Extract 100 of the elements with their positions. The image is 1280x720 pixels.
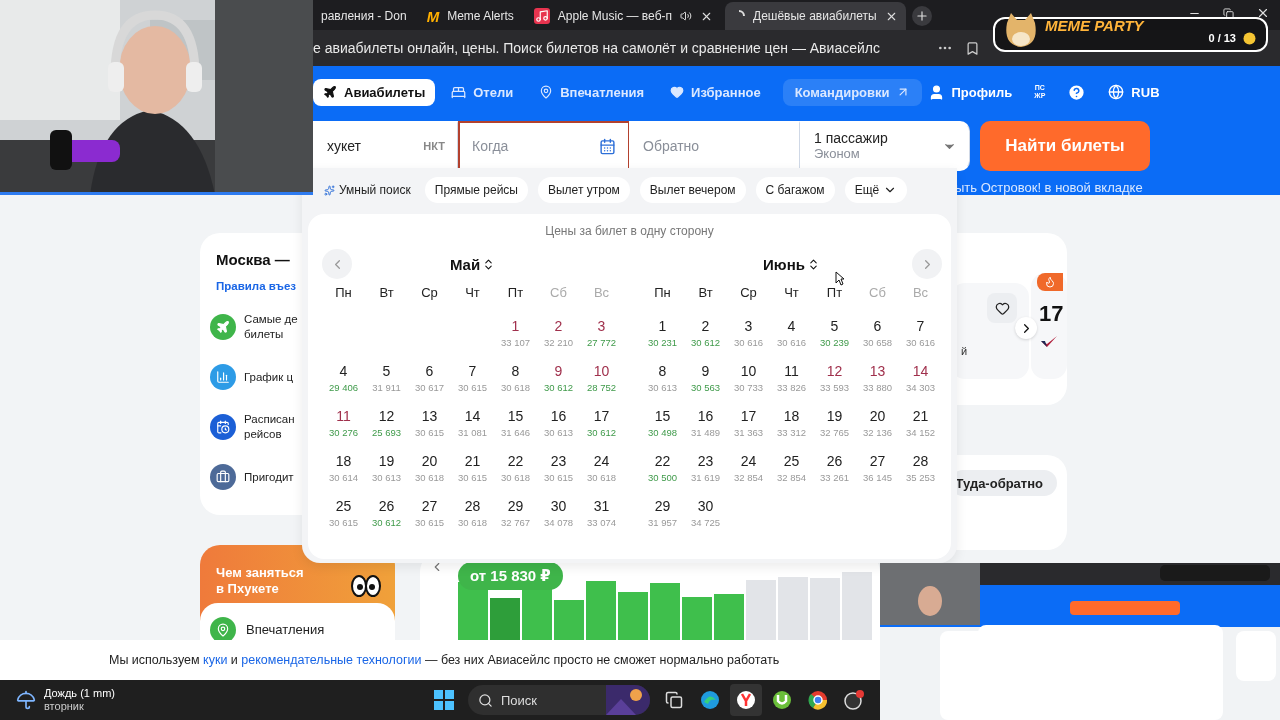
filter-chip[interactable]: Вылет вечером (639, 177, 746, 203)
passengers-field[interactable]: 1 пассажир Эконом (800, 121, 970, 171)
calendar-day[interactable]: 15 30 498 (641, 404, 684, 449)
calendar-day[interactable]: 26 30 612 (365, 494, 408, 539)
browser-tab[interactable]: Apple Music — веб-п (525, 2, 721, 30)
nav-tab[interactable]: Отели (441, 78, 524, 106)
calendar-day[interactable]: 5 31 911 (365, 359, 408, 404)
calendar-day[interactable]: 6 30 658 (856, 314, 899, 359)
activities-link[interactable]: Впечатления (246, 622, 325, 637)
calendar-day[interactable]: 25 30 615 (322, 494, 365, 539)
calendar-day[interactable]: 26 33 261 (813, 449, 856, 494)
calendar-day[interactable]: 21 30 615 (451, 449, 494, 494)
calendar-day[interactable]: 24 30 618 (580, 449, 623, 494)
calendar-day[interactable]: 8 30 613 (641, 359, 684, 404)
calendar-day[interactable]: 7 30 615 (451, 359, 494, 404)
route-link[interactable]: Пригодит (244, 469, 294, 485)
calendar-day[interactable]: 10 28 752 (580, 359, 623, 404)
month-selector[interactable]: Июнь (763, 255, 820, 273)
calendar-day[interactable]: 27 30 615 (408, 494, 451, 539)
nav-tab[interactable]: Избранное (660, 78, 771, 106)
calendar-day[interactable]: 19 32 765 (813, 404, 856, 449)
calendar-day[interactable]: 29 32 767 (494, 494, 537, 539)
calendar-day[interactable]: 16 30 613 (537, 404, 580, 449)
calendar-day[interactable]: 9 30 612 (537, 359, 580, 404)
bed-icon (451, 84, 467, 100)
calendar-day[interactable]: 25 32 854 (770, 449, 813, 494)
route-link[interactable]: Самые де билеты (244, 312, 298, 342)
filter-chip[interactable]: Прямые рейсы (424, 177, 528, 203)
calendar-day[interactable]: 4 30 616 (770, 314, 813, 359)
calendar-day[interactable]: 12 25 693 (365, 404, 408, 449)
speaker-icon (680, 10, 692, 22)
favorite-button[interactable] (987, 293, 1017, 323)
calendar-day[interactable]: 29 31 957 (641, 494, 684, 539)
calendar-day[interactable]: 3 27 772 (580, 314, 623, 359)
calendar-day[interactable]: 6 30 617 (408, 359, 451, 404)
y-app-icon[interactable] (730, 684, 762, 716)
calendar-day[interactable]: 1 30 231 (641, 314, 684, 359)
calendar-day[interactable]: 16 31 489 (684, 404, 727, 449)
month-selector[interactable]: Май (449, 255, 496, 273)
filter-chip[interactable]: С багажом (755, 177, 835, 203)
close-icon[interactable] (1256, 6, 1270, 20)
calendar-day[interactable]: 18 30 614 (322, 449, 365, 494)
filter-chip[interactable]: Вылет утром (538, 177, 630, 203)
browser-tab[interactable]: Дешёвые авиабилеты (725, 2, 906, 30)
calendar-day[interactable]: 17 31 363 (727, 404, 770, 449)
nav-tab[interactable]: Впечатления (529, 78, 655, 106)
calendar-day[interactable]: 30 34 078 (537, 494, 580, 539)
calendar-day[interactable]: 2 30 612 (684, 314, 727, 359)
calendar-day[interactable]: 20 32 136 (856, 404, 899, 449)
calendar-day[interactable]: 23 30 615 (537, 449, 580, 494)
calendar-day[interactable]: 21 34 152 (899, 404, 942, 449)
origin-field[interactable]: хукет НКТ (313, 121, 458, 171)
calendar-day[interactable]: 28 30 618 (451, 494, 494, 539)
filter-chip[interactable]: Ещё (844, 177, 908, 203)
calendar-day[interactable]: 5 30 239 (813, 314, 856, 359)
browser-tab[interactable]: равления - Don (313, 2, 415, 30)
calendar-day[interactable]: 8 30 618 (494, 359, 537, 404)
browser-tab[interactable]: M Meme Alerts (418, 2, 522, 30)
route-link[interactable]: Расписан рейсов (244, 412, 295, 442)
calendar-day[interactable]: 10 30 733 (727, 359, 770, 404)
calendar-day[interactable]: 30 34 725 (684, 494, 727, 539)
calendar-day[interactable]: 18 33 312 (770, 404, 813, 449)
calendar-day[interactable]: 1 33 107 (494, 314, 537, 359)
calendar-day[interactable]: 15 31 646 (494, 404, 537, 449)
calendar-day[interactable]: 9 30 563 (684, 359, 727, 404)
calendar-day[interactable]: 11 30 276 (322, 404, 365, 449)
bookmark-icon[interactable] (965, 40, 980, 56)
currency-link[interactable]: RUB (1108, 84, 1160, 100)
calendar-day[interactable]: 27 36 145 (856, 449, 899, 494)
cookie-link[interactable]: рекомендательные технологии (241, 653, 422, 667)
calendar-day[interactable]: 13 33 880 (856, 359, 899, 404)
entry-rules-link[interactable]: Правила въез (216, 280, 296, 292)
calendar-day[interactable]: 22 30 500 (641, 449, 684, 494)
calendar-day[interactable]: 14 31 081 (451, 404, 494, 449)
restore-icon[interactable] (1223, 6, 1234, 20)
address-text[interactable]: е авиабилеты онлайн, цены. Поиск билетов на самолёт и сравнение цен — Авиасейлс (313, 40, 925, 56)
calendar-day[interactable]: 19 30 613 (365, 449, 408, 494)
filter-chip[interactable]: Умный поиск (320, 177, 415, 203)
calendar-day[interactable]: 20 30 618 (408, 449, 451, 494)
help-icon[interactable] (1067, 82, 1087, 102)
nav-tab[interactable]: Авиабилеты (313, 78, 436, 106)
calendar-day[interactable]: 14 34 303 (899, 359, 942, 404)
profile-link[interactable]: Профиль (927, 83, 1013, 101)
calendar-day[interactable]: 12 33 593 (813, 359, 856, 404)
calendar-day[interactable]: 17 30 612 (580, 404, 623, 449)
calendar-day[interactable]: 11 33 826 (770, 359, 813, 404)
taskbar-search[interactable]: Поиск (468, 685, 650, 715)
calendar-day[interactable]: 22 30 618 (494, 449, 537, 494)
weekday-label: Пн (334, 284, 353, 302)
cookie-link[interactable]: куки (203, 653, 228, 667)
calendar-day[interactable]: 13 30 615 (408, 404, 451, 449)
calendar-day[interactable]: 24 32 854 (727, 449, 770, 494)
calendar-day[interactable]: 2 32 210 (537, 314, 580, 359)
calendar-day[interactable]: 31 33 074 (580, 494, 623, 539)
calendar-day[interactable]: 23 31 619 (684, 449, 727, 494)
calendar-day[interactable]: 7 30 616 (899, 314, 942, 359)
calendar-day[interactable]: 4 29 406 (322, 359, 365, 404)
calendar-day[interactable]: 3 30 616 (727, 314, 770, 359)
calendar-day[interactable]: 28 35 253 (899, 449, 942, 494)
route-link[interactable]: График ц (244, 369, 294, 385)
